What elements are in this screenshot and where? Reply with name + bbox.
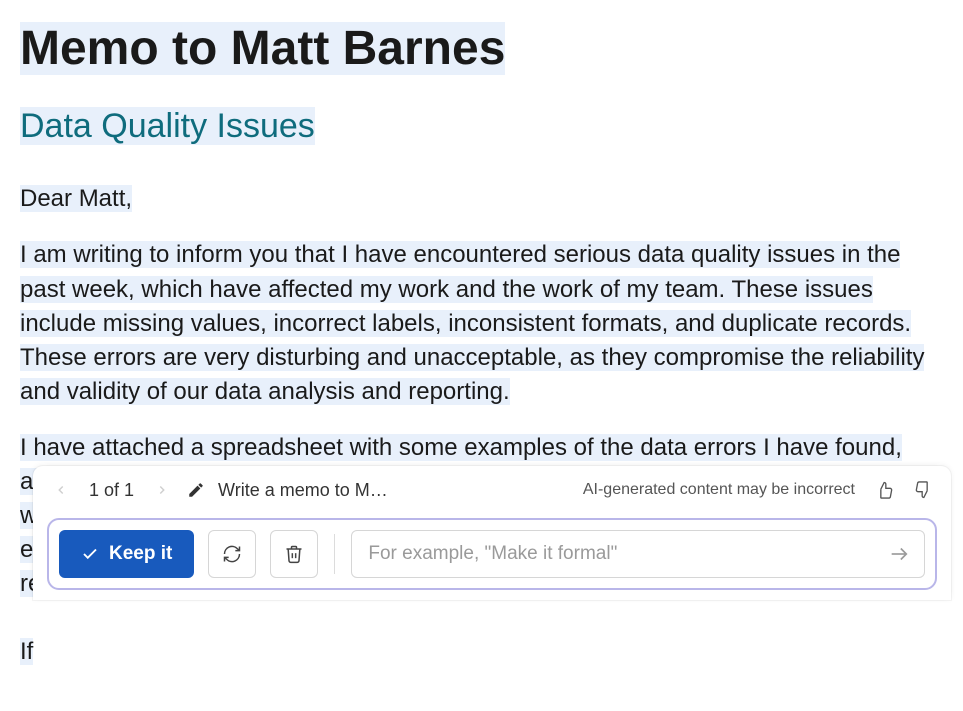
regenerate-button[interactable] <box>208 530 256 578</box>
edit-icon <box>186 480 206 500</box>
salutation: Dear Matt, <box>20 182 931 216</box>
keep-it-label: Keep it <box>109 543 172 565</box>
doc-title: Memo to Matt Barnes <box>20 22 505 75</box>
keep-it-button[interactable]: Keep it <box>59 530 194 578</box>
thumbs-up-button[interactable] <box>871 476 899 504</box>
paragraph-1: I am writing to inform you that I have e… <box>20 238 931 408</box>
prompt-summary: Write a memo to M… <box>218 480 388 501</box>
discard-button[interactable] <box>270 530 318 578</box>
ai-suggestion-panel: 1 of 1 Write a memo to M… AI-generated c… <box>33 466 951 600</box>
ai-panel-header: 1 of 1 Write a memo to M… AI-generated c… <box>47 476 937 504</box>
ai-disclaimer: AI-generated content may be incorrect <box>583 481 855 499</box>
refine-input-wrapper <box>351 530 925 578</box>
document-body: Memo to Matt Barnes Data Quality Issues … <box>0 0 963 711</box>
next-suggestion-button[interactable] <box>148 476 176 504</box>
ai-panel-actions: Keep it <box>47 518 937 590</box>
suggestion-counter: 1 of 1 <box>85 480 138 501</box>
divider <box>334 534 335 574</box>
check-icon <box>81 545 99 563</box>
thumbs-down-button[interactable] <box>909 476 937 504</box>
send-button[interactable] <box>884 539 914 569</box>
refresh-icon <box>222 544 242 564</box>
refine-input[interactable] <box>368 543 884 565</box>
prev-suggestion-button[interactable] <box>47 476 75 504</box>
trash-icon <box>284 544 304 564</box>
arrow-right-icon <box>888 543 910 565</box>
doc-subtitle: Data Quality Issues <box>20 106 315 147</box>
